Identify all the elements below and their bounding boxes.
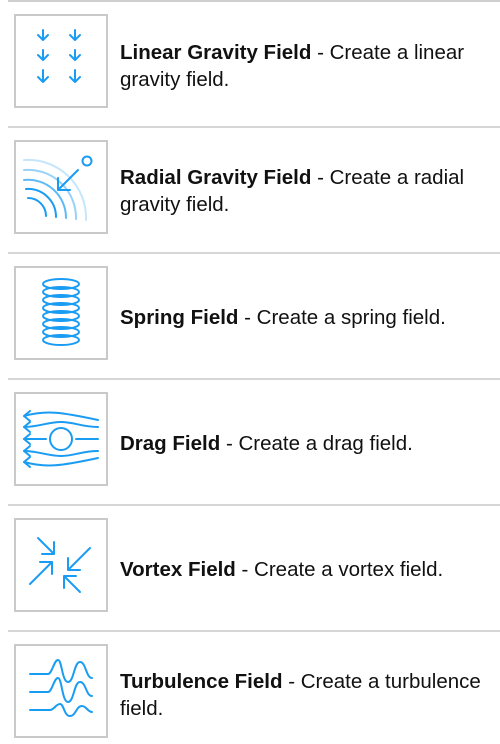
- item-separator: -: [235, 558, 255, 581]
- drag-icon: [14, 392, 108, 486]
- item-separator: -: [311, 166, 330, 189]
- spring-icon: [14, 266, 108, 360]
- item-title: Radial Gravity Field: [120, 166, 312, 189]
- item-text: Create a vortex field.: [254, 558, 444, 581]
- item-description: Vortex Field - Create a vortex field.: [120, 556, 492, 583]
- item-separator: -: [311, 41, 330, 64]
- item-title: Spring Field: [120, 306, 239, 329]
- item-title: Linear Gravity Field: [120, 41, 312, 64]
- item-text: Create a spring field.: [256, 306, 446, 329]
- list-item-drag-field[interactable]: Drag Field - Create a drag field.: [0, 380, 500, 506]
- list-item-linear-gravity-field[interactable]: Linear Gravity Field - Create a linear g…: [0, 2, 500, 128]
- item-title: Vortex Field: [120, 558, 236, 581]
- list-item-turbulence-field[interactable]: Turbulence Field - Create a turbulence f…: [0, 632, 500, 744]
- list-item-vortex-field[interactable]: Vortex Field - Create a vortex field.: [0, 506, 500, 632]
- linear-gravity-icon: [14, 14, 108, 108]
- item-separator: -: [282, 670, 301, 693]
- item-description: Linear Gravity Field - Create a linear g…: [120, 39, 492, 93]
- item-text: Create a drag field.: [238, 432, 413, 455]
- field-library-list: Linear Gravity Field - Create a linear g…: [0, 0, 500, 744]
- item-description: Radial Gravity Field - Create a radial g…: [120, 164, 492, 218]
- item-title: Drag Field: [120, 432, 221, 455]
- radial-gravity-icon: [14, 140, 108, 234]
- item-separator: -: [238, 306, 257, 329]
- item-description: Drag Field - Create a drag field.: [120, 430, 492, 457]
- item-separator: -: [220, 432, 239, 455]
- list-item-spring-field[interactable]: Spring Field - Create a spring field.: [0, 254, 500, 380]
- list-item-radial-gravity-field[interactable]: Radial Gravity Field - Create a radial g…: [0, 128, 500, 254]
- item-description: Spring Field - Create a spring field.: [120, 304, 492, 331]
- item-title: Turbulence Field: [120, 670, 283, 693]
- item-description: Turbulence Field - Create a turbulence f…: [120, 668, 492, 722]
- vortex-icon: [14, 518, 108, 612]
- turbulence-icon: [14, 644, 108, 738]
